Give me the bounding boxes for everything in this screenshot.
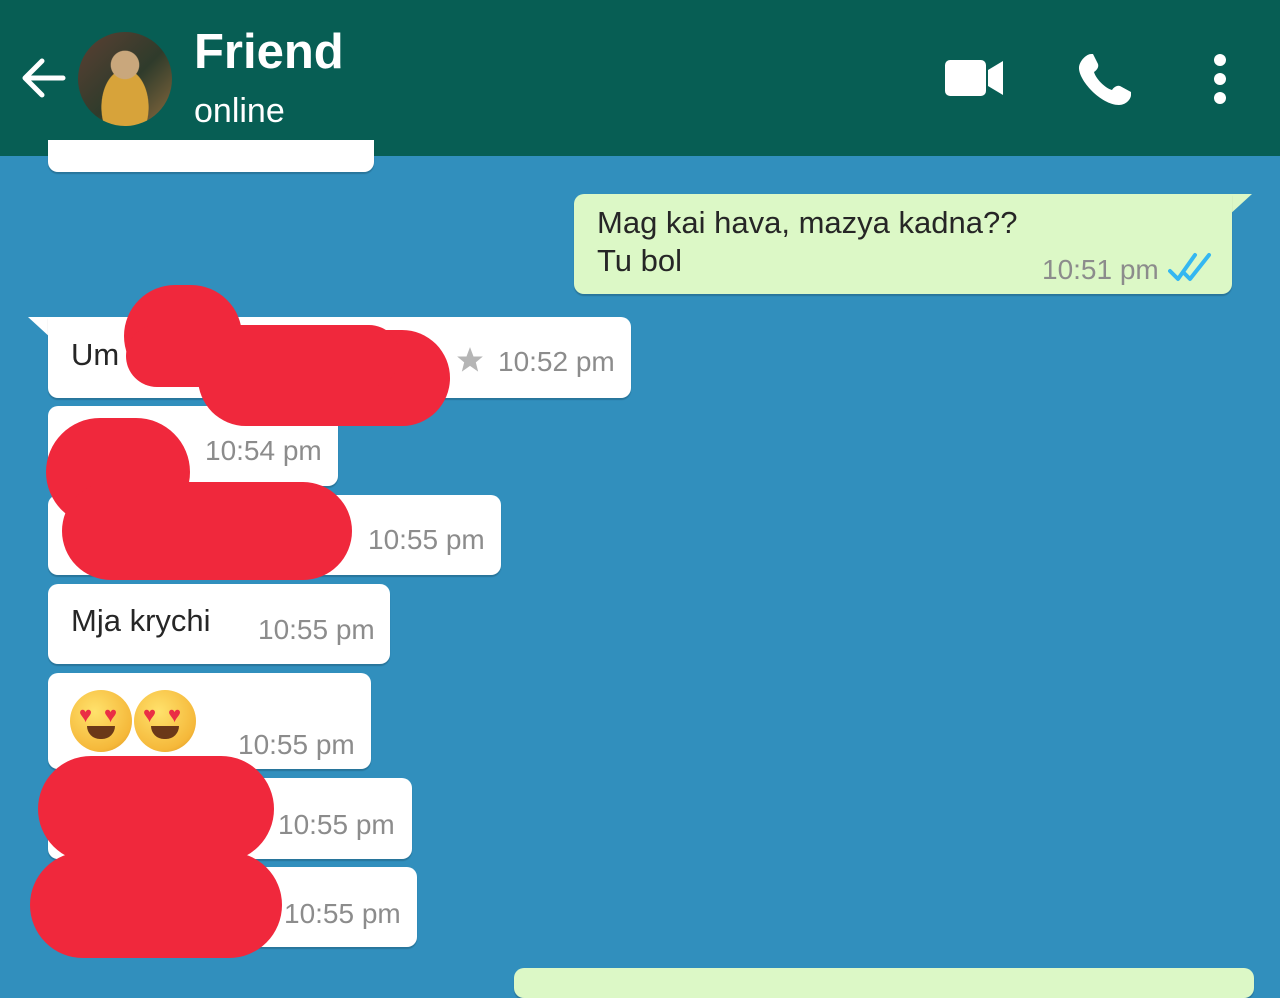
star-icon	[457, 347, 483, 372]
chat-header: Friend online	[0, 0, 1280, 156]
outgoing-message[interactable]: Mag kai hava, mazya kadna?? Tu bol 10:51…	[574, 194, 1232, 294]
message-text: Um	[71, 337, 120, 372]
heart-eyes-emoji-icon: ♥ ♥	[70, 690, 132, 752]
heart-eyes-emoji-icon: ♥ ♥	[134, 690, 196, 752]
message-time: 10:52 pm	[498, 346, 615, 377]
back-arrow-icon[interactable]	[18, 52, 70, 104]
redaction-mark	[126, 325, 400, 387]
message-time: 10:51 pm	[1042, 254, 1159, 285]
redaction-mark	[38, 756, 274, 862]
incoming-message[interactable]: Mja krychi 10:55 pm	[48, 584, 390, 664]
message-text-line-2: Tu bol	[597, 243, 683, 278]
message-text-line-1: Mag kai hava, mazya kadna??	[597, 205, 1018, 240]
video-call-icon[interactable]	[944, 56, 1004, 100]
more-vert-icon[interactable]	[1204, 52, 1236, 108]
message-time: 10:54 pm	[205, 435, 322, 466]
message-time: 10:55 pm	[368, 524, 485, 555]
next-outgoing-message[interactable]	[514, 968, 1254, 998]
redaction-mark	[30, 852, 282, 958]
message-time: 10:55 pm	[238, 729, 355, 760]
double-check-read-icon	[1168, 253, 1211, 281]
avatar[interactable]	[78, 32, 172, 126]
incoming-message[interactable]: ♥ ♥ ♥ ♥ 10:55 pm	[48, 673, 371, 769]
contact-name[interactable]: Friend	[194, 28, 344, 77]
redaction-mark	[62, 482, 352, 580]
message-time: 10:55 pm	[258, 614, 375, 645]
phone-icon[interactable]	[1076, 52, 1134, 108]
previous-message-bubble[interactable]	[48, 140, 374, 172]
message-text: Mja krychi	[71, 603, 211, 638]
message-time: 10:55 pm	[278, 809, 395, 840]
contact-status: online	[194, 92, 285, 130]
message-time: 10:55 pm	[284, 898, 401, 929]
